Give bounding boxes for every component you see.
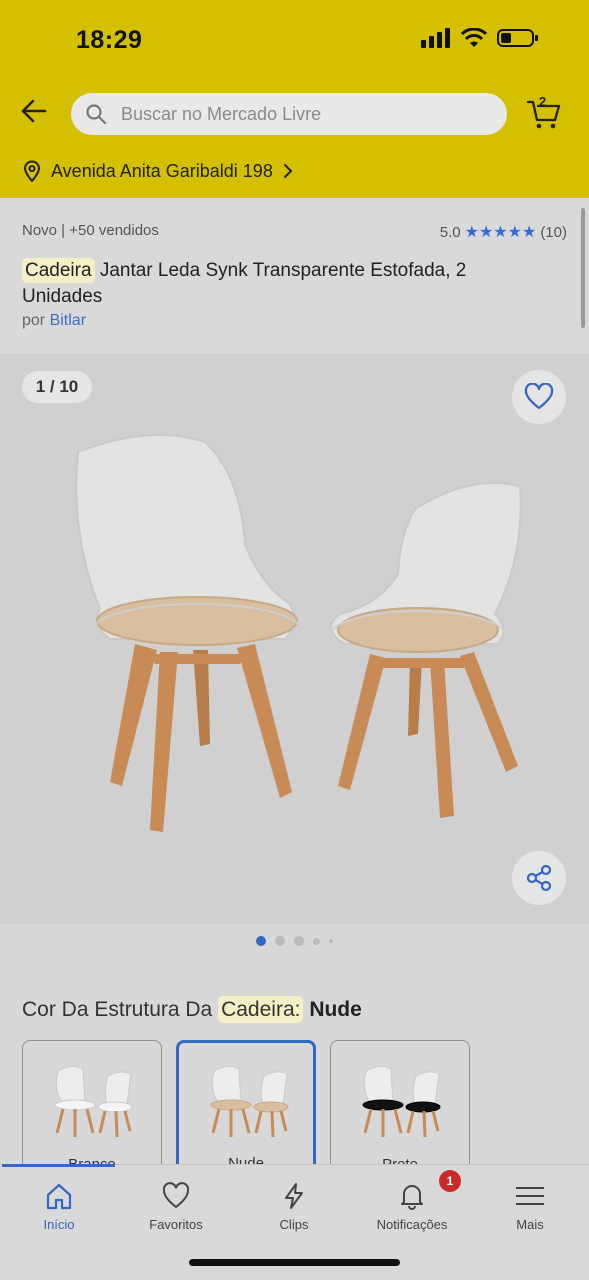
address-text: Avenida Anita Garibaldi 198 xyxy=(51,160,273,181)
variation-label-prefix: Cor Da Estrutura Da xyxy=(22,998,219,1021)
share-icon xyxy=(526,864,552,892)
share-button[interactable] xyxy=(512,851,566,905)
nav-active-indicator xyxy=(2,1164,115,1167)
variation-option-branco[interactable]: Branco xyxy=(22,1040,162,1180)
pagination-dot[interactable] xyxy=(275,936,285,946)
scrollbar[interactable] xyxy=(581,208,585,328)
variation-option-nude[interactable]: Nude xyxy=(176,1040,316,1180)
product-condition: Novo | +50 vendidos xyxy=(22,222,159,239)
arrow-left-icon xyxy=(21,99,47,123)
seller-link[interactable]: Bitlar xyxy=(50,312,86,329)
delivery-address[interactable]: Avenida Anita Garibaldi 198 xyxy=(22,160,294,182)
cart-button[interactable]: 2 xyxy=(526,94,562,130)
lightning-icon xyxy=(285,1183,303,1209)
back-button[interactable] xyxy=(18,95,50,127)
status-time: 18:29 xyxy=(76,26,143,54)
product-seller: por Bitlar xyxy=(22,312,86,330)
cart-count-badge: 2 xyxy=(539,94,547,109)
right-chair-illustration xyxy=(329,481,522,818)
app-header: 18:29 Buscar no Mercado Livre 2 Avenida … xyxy=(0,0,589,198)
variation-selected-value: Nude xyxy=(309,998,362,1021)
nav-item-inicio[interactable]: Início xyxy=(0,1181,118,1232)
image-counter: 1 / 10 xyxy=(22,371,92,403)
nav-label: Favoritos xyxy=(149,1217,203,1232)
bell-icon xyxy=(401,1185,423,1210)
pagination-dot[interactable] xyxy=(313,937,320,945)
left-chair-illustration xyxy=(75,433,302,832)
variation-thumbnail xyxy=(54,1065,133,1138)
variation-option-preto[interactable]: Preto xyxy=(330,1040,470,1180)
rating-count: (10) xyxy=(540,223,567,241)
product-title: Cadeira Jantar Leda Synk Transparente Es… xyxy=(22,258,542,310)
title-highlight: Cadeira xyxy=(22,258,95,283)
heart-icon xyxy=(524,383,554,410)
product-gallery[interactable]: 1 / 10 xyxy=(0,354,589,924)
pagination-dot[interactable] xyxy=(256,936,266,946)
status-icons xyxy=(421,28,539,48)
variation-thumbnail xyxy=(210,1065,289,1138)
battery-icon xyxy=(497,29,538,47)
product-info: Novo | +50 vendidos 5.0 ★★★★★ (10) Cadei… xyxy=(0,198,589,354)
gallery-pagination xyxy=(0,924,589,958)
product-rating[interactable]: 5.0 ★★★★★ (10) xyxy=(440,222,567,242)
seller-prefix: por xyxy=(22,312,50,329)
location-pin-icon xyxy=(23,160,41,182)
menu-icon xyxy=(516,1187,544,1205)
rating-value: 5.0 xyxy=(439,223,461,241)
nav-label: Mais xyxy=(516,1217,544,1232)
home-indicator[interactable] xyxy=(189,1259,400,1266)
nav-label: Início xyxy=(43,1217,75,1232)
nav-label: Clips xyxy=(279,1217,309,1232)
wifi-icon xyxy=(461,28,487,47)
variation-label: Cor Da Estrutura Da Cadeira: Nude xyxy=(22,996,362,1023)
heart-icon xyxy=(162,1182,190,1209)
cellular-signal-icon xyxy=(421,28,450,48)
star-rating-icon: ★★★★★ xyxy=(464,224,537,241)
search-input[interactable] xyxy=(121,103,481,125)
search-bar[interactable] xyxy=(71,93,507,135)
variation-thumbnail xyxy=(362,1065,441,1138)
nav-item-mais[interactable]: Mais xyxy=(471,1181,589,1232)
nav-label: Notificações xyxy=(376,1217,448,1232)
nav-item-clips[interactable]: Clips xyxy=(235,1181,353,1232)
pagination-dot[interactable] xyxy=(329,939,333,943)
chevron-right-icon xyxy=(283,164,293,178)
home-icon xyxy=(46,1183,72,1210)
product-image xyxy=(75,433,522,832)
search-icon xyxy=(86,104,107,125)
pagination-dot[interactable] xyxy=(294,936,304,946)
notification-badge: 1 xyxy=(439,1170,461,1192)
nav-item-favoritos[interactable]: Favoritos xyxy=(117,1181,235,1232)
favorite-button[interactable] xyxy=(512,370,566,424)
variation-label-highlight: Cadeira: xyxy=(218,996,304,1023)
